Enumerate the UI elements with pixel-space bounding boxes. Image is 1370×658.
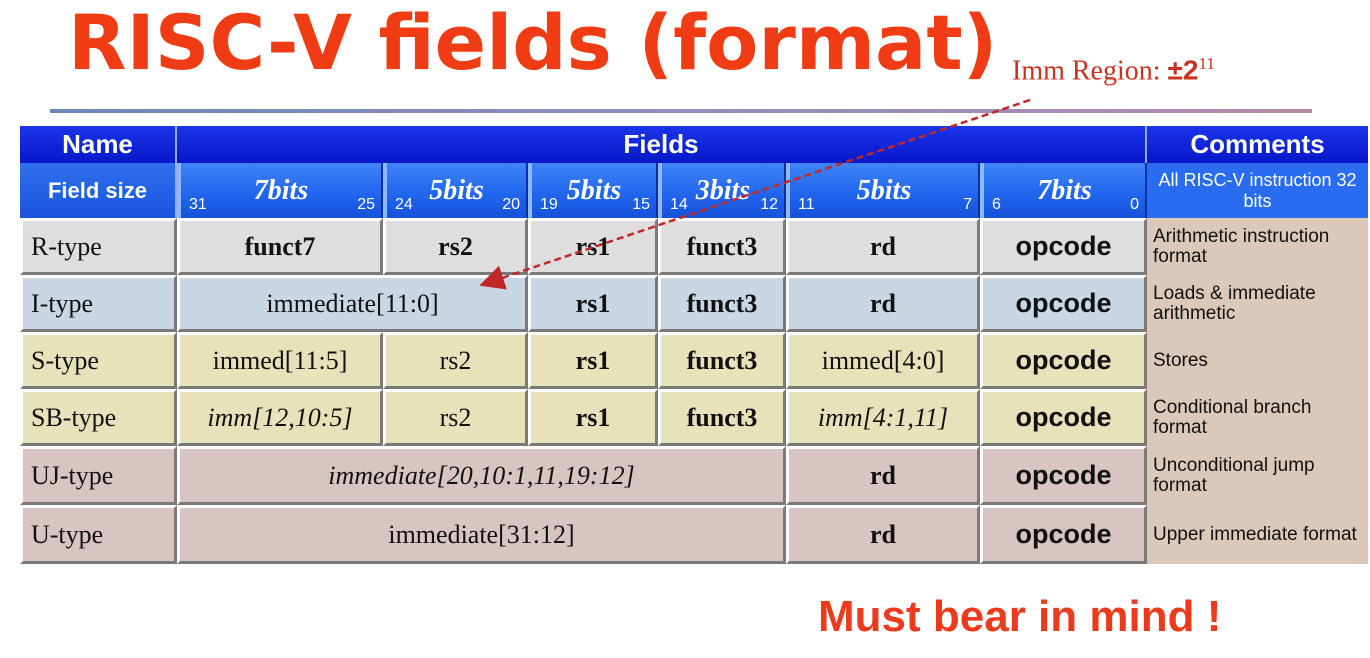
field-size-label: Field size: [20, 163, 177, 218]
sb-imm-lo: imm[4:1,11]: [786, 389, 980, 446]
field-size-comment: All RISC-V instruction 32 bits: [1147, 163, 1368, 218]
bit-index-hi: 14: [670, 196, 688, 213]
i-comment: Loads & immediate arithmetic: [1147, 275, 1368, 332]
r-opcode: opcode: [980, 218, 1147, 275]
slide-title: RISC-V fields (format): [68, 0, 998, 87]
bit-index-hi: 31: [189, 196, 207, 213]
s-opcode: opcode: [980, 332, 1147, 389]
r-rs2: rs2: [383, 218, 528, 275]
u-immediate: immediate[31:12]: [177, 505, 786, 564]
sb-imm-hi: imm[12,10:5]: [177, 389, 383, 446]
s-funct3: funct3: [658, 332, 786, 389]
row-name-i-type: I-type: [20, 275, 177, 332]
bit-width: 7bits: [253, 174, 309, 206]
bit-index-lo: 15: [632, 196, 650, 213]
sb-comment: Conditional branch format: [1147, 389, 1368, 446]
bit-width: 3bits: [695, 174, 751, 206]
header-comments: Comments: [1147, 126, 1368, 163]
bit-index-hi: 19: [540, 196, 558, 213]
bit-index-lo: 7: [963, 196, 972, 213]
uj-immediate: immediate[20,10:1,11,19:12]: [177, 446, 786, 505]
bit-index-hi: 24: [395, 196, 413, 213]
u-opcode: opcode: [980, 505, 1147, 564]
row-name-sb-type: SB-type: [20, 389, 177, 446]
s-rs1: rs1: [528, 332, 658, 389]
r-rd: rd: [786, 218, 980, 275]
sb-opcode: opcode: [980, 389, 1147, 446]
header-name: Name: [20, 126, 177, 163]
i-rd: rd: [786, 275, 980, 332]
bit-index-hi: 11: [798, 196, 815, 213]
imm-region-note: Imm Region: ±211: [1012, 54, 1215, 87]
bit-index-lo: 20: [502, 196, 520, 213]
bit-index-hi: 6: [992, 196, 1001, 213]
u-rd: rd: [786, 505, 980, 564]
header-fields: Fields: [177, 126, 1147, 163]
row-name-u-type: U-type: [20, 505, 177, 564]
s-rs2: rs2: [383, 332, 528, 389]
row-name-uj-type: UJ-type: [20, 446, 177, 505]
sb-rs2: rs2: [383, 389, 528, 446]
footer-note: Must bear in mind !: [818, 592, 1222, 641]
size-col-rs2: 24 5bits 20: [383, 163, 528, 218]
format-table: Name Fields Comments Field size 31 7bits…: [20, 126, 1368, 564]
sb-funct3: funct3: [658, 389, 786, 446]
r-rs1: rs1: [528, 218, 658, 275]
bit-index-lo: 0: [1130, 196, 1139, 213]
size-col-funct7: 31 7bits 25: [177, 163, 383, 218]
imm-region-label: Imm Region:: [1012, 55, 1161, 87]
bit-width: 7bits: [1037, 174, 1092, 206]
s-comment: Stores: [1147, 332, 1368, 389]
imm-region-exp: 11: [1198, 54, 1215, 73]
i-opcode: opcode: [980, 275, 1147, 332]
bit-width: 5bits: [429, 174, 484, 206]
imm-region-pm: ±2: [1167, 54, 1199, 86]
uj-opcode: opcode: [980, 446, 1147, 505]
bit-width: 5bits: [856, 174, 912, 206]
r-funct3: funct3: [658, 218, 786, 275]
i-immediate: immediate[11:0]: [177, 275, 528, 332]
row-name-r-type: R-type: [20, 218, 177, 275]
s-immed-lo: immed[4:0]: [786, 332, 980, 389]
bit-index-lo: 25: [357, 196, 375, 213]
i-rs1: rs1: [528, 275, 658, 332]
uj-comment: Unconditional jump format: [1147, 446, 1368, 505]
bit-width: 5bits: [566, 174, 622, 206]
bit-index-lo: 12: [760, 196, 778, 213]
row-name-s-type: S-type: [20, 332, 177, 389]
size-col-funct3: 14 3bits 12: [658, 163, 786, 218]
r-funct7: funct7: [177, 218, 383, 275]
i-funct3: funct3: [658, 275, 786, 332]
uj-rd: rd: [786, 446, 980, 505]
size-col-opcode: 6 7bits 0: [980, 163, 1147, 218]
u-comment: Upper immediate format: [1147, 505, 1368, 564]
size-col-rd: 11 5bits 7: [786, 163, 980, 218]
size-col-rs1: 19 5bits 15: [528, 163, 658, 218]
title-underline: [50, 109, 1312, 113]
s-immed-hi: immed[11:5]: [177, 332, 383, 389]
sb-rs1: rs1: [528, 389, 658, 446]
r-comment: Arithmetic instruction format: [1147, 218, 1368, 275]
